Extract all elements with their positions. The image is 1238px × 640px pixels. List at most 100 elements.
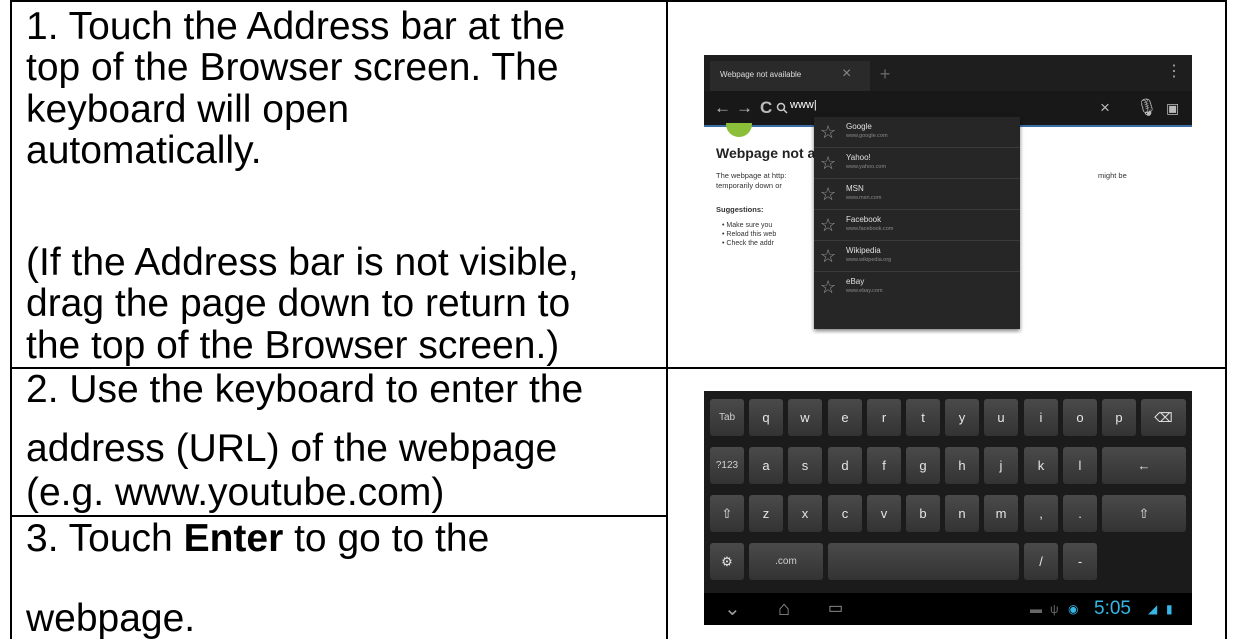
column-divider bbox=[666, 0, 668, 639]
android-logo bbox=[726, 123, 752, 137]
keyboard-key[interactable] bbox=[828, 543, 1019, 580]
microphone-icon[interactable]: 🎙 bbox=[1136, 91, 1158, 125]
keyboard-key[interactable]: w bbox=[788, 399, 822, 436]
suggestion-item[interactable]: ☆ Wikipedia www.wikipedia.org bbox=[814, 241, 1020, 272]
suggestion-url: www.wikipedia.org bbox=[846, 257, 892, 263]
keyboard-key[interactable]: .com bbox=[749, 543, 823, 580]
keyboard-key[interactable]: n bbox=[945, 495, 979, 532]
keyboard-key[interactable]: c bbox=[828, 495, 862, 532]
search-icon bbox=[776, 102, 788, 114]
keyboard-key[interactable]: ⇧ bbox=[1102, 495, 1186, 532]
table-border-right bbox=[1225, 0, 1227, 639]
keyboard-key[interactable]: Tab bbox=[710, 399, 744, 436]
suggestion-name: Yahoo! bbox=[846, 153, 871, 162]
suggestion-url: www.google.com bbox=[846, 133, 888, 139]
wifi-icon: ◉ bbox=[1068, 602, 1079, 616]
suggestion-item[interactable]: ☆ Google www.google.com bbox=[814, 117, 1020, 148]
keyboard-key[interactable]: d bbox=[828, 447, 862, 484]
keyboard-key[interactable]: y bbox=[945, 399, 979, 436]
star-icon: ☆ bbox=[820, 277, 837, 297]
close-tab-icon[interactable]: × bbox=[842, 65, 851, 83]
page-heading: Webpage not a bbox=[716, 145, 816, 161]
keyboard-key[interactable]: , bbox=[1024, 495, 1058, 532]
star-icon: ☆ bbox=[820, 246, 837, 266]
overflow-menu-icon[interactable]: ⋮ bbox=[1166, 63, 1182, 81]
keyboard-key[interactable]: b bbox=[906, 495, 940, 532]
home-icon[interactable]: ⌂ bbox=[778, 595, 790, 623]
page-text-line: The webpage at http: bbox=[716, 171, 787, 180]
enter-key-name: Enter bbox=[183, 517, 284, 560]
bookmarks-icon[interactable]: ▣ bbox=[1166, 91, 1179, 125]
keyboard-key[interactable]: ?123 bbox=[710, 447, 744, 484]
battery-icon: ▮ bbox=[1166, 602, 1173, 616]
new-tab-icon[interactable]: + bbox=[876, 65, 894, 83]
page-text-line: temporarily down or bbox=[716, 181, 782, 190]
step-3-suffix: to go to the bbox=[283, 517, 490, 560]
keyboard-key[interactable]: s bbox=[788, 447, 822, 484]
suggestions-label: Suggestions: bbox=[716, 205, 764, 214]
suggestion-item[interactable]: ☆ Facebook www.facebook.com bbox=[814, 210, 1020, 241]
clear-icon[interactable]: × bbox=[1100, 91, 1110, 125]
signal-icon: ◢ bbox=[1148, 602, 1158, 616]
keyboard-key[interactable]: j bbox=[984, 447, 1018, 484]
keyboard-key[interactable]: g bbox=[906, 447, 940, 484]
table-border-left bbox=[10, 0, 12, 639]
keyboard-key[interactable]: i bbox=[1024, 399, 1058, 436]
keyboard-key[interactable]: o bbox=[1063, 399, 1097, 436]
address-suggestions-dropdown: ☆ Google www.google.com ☆ Yahoo! www.yah… bbox=[814, 117, 1020, 329]
step-3-line: 3. Touch Enter to go to the bbox=[26, 518, 489, 559]
keyboard-key[interactable]: k bbox=[1024, 447, 1058, 484]
star-icon: ☆ bbox=[820, 153, 837, 173]
step-1-note-line: (If the Address bar is not visible, bbox=[26, 241, 579, 284]
suggestion-url: www.ebay.com bbox=[846, 288, 883, 294]
step-2-line: 2. Use the keyboard to enter the bbox=[26, 368, 584, 411]
keyboard-key[interactable]: v bbox=[867, 495, 901, 532]
keyboard-key[interactable]: u bbox=[984, 399, 1018, 436]
suggestion-item[interactable]: ☆ eBay www.ebay.com bbox=[814, 272, 1020, 302]
hide-keyboard-icon[interactable]: ⌄ bbox=[724, 595, 741, 623]
page-text-right: might be bbox=[1098, 171, 1127, 180]
keyboard-key[interactable]: r bbox=[867, 399, 901, 436]
suggestion-bullet: • Make sure you bbox=[722, 222, 773, 229]
status-clock: 5:05 bbox=[1094, 598, 1131, 619]
keyboard-key[interactable]: p bbox=[1102, 399, 1136, 436]
keyboard-key[interactable]: a bbox=[749, 447, 783, 484]
step-1-line: keyboard will open bbox=[26, 88, 350, 131]
recent-apps-icon[interactable]: ▭ bbox=[828, 595, 843, 623]
keyboard-key[interactable]: / bbox=[1024, 543, 1058, 580]
keyboard-key[interactable]: m bbox=[984, 495, 1018, 532]
keyboard-key[interactable]: z bbox=[749, 495, 783, 532]
star-icon: ☆ bbox=[820, 122, 837, 142]
step-1-note-line: drag the page down to return to bbox=[26, 282, 571, 325]
step-1-note-line: the top of the Browser screen.) bbox=[26, 324, 560, 367]
back-icon[interactable]: ← bbox=[714, 91, 731, 125]
step-1-line: automatically. bbox=[26, 129, 262, 172]
keyboard-key[interactable]: e bbox=[828, 399, 862, 436]
suggestion-name: MSN bbox=[846, 184, 864, 193]
keyboard-key[interactable]: ← bbox=[1102, 447, 1186, 484]
system-navigation-bar: ⌄ ⌂ ▭ ▬ ψ ◉ 5:05 ◢ ▮ bbox=[704, 593, 1192, 625]
keyboard-key[interactable]: ⚙ bbox=[710, 543, 744, 580]
suggestion-item[interactable]: ☆ Yahoo! www.yahoo.com bbox=[814, 148, 1020, 179]
keyboard-key[interactable]: l bbox=[1063, 447, 1097, 484]
keyboard-key[interactable]: h bbox=[945, 447, 979, 484]
keyboard-key[interactable]: . bbox=[1063, 495, 1097, 532]
suggestion-name: Wikipedia bbox=[846, 246, 881, 255]
browser-tab[interactable]: Webpage not available × bbox=[710, 61, 870, 91]
keyboard-key[interactable]: ⌫ bbox=[1141, 399, 1186, 436]
keyboard-key[interactable]: q bbox=[749, 399, 783, 436]
star-icon: ☆ bbox=[820, 184, 837, 204]
keyboard-key[interactable]: x bbox=[788, 495, 822, 532]
suggestion-item[interactable]: ☆ MSN www.msn.com bbox=[814, 179, 1020, 210]
reload-icon[interactable]: C bbox=[760, 91, 772, 125]
keyboard-key[interactable]: ⇧ bbox=[710, 495, 744, 532]
step-2-line: (e.g. www.youtube.com) bbox=[26, 471, 445, 514]
keyboard-key[interactable]: t bbox=[906, 399, 940, 436]
keyboard-key[interactable]: - bbox=[1063, 543, 1097, 580]
forward-icon[interactable]: → bbox=[736, 91, 753, 125]
keyboard-key[interactable]: f bbox=[867, 447, 901, 484]
address-input[interactable]: www| bbox=[790, 99, 817, 111]
suggestion-url: www.yahoo.com bbox=[846, 164, 887, 170]
tab-title: Webpage not available bbox=[720, 70, 802, 79]
step-1-line: top of the Browser screen. The bbox=[26, 46, 559, 89]
